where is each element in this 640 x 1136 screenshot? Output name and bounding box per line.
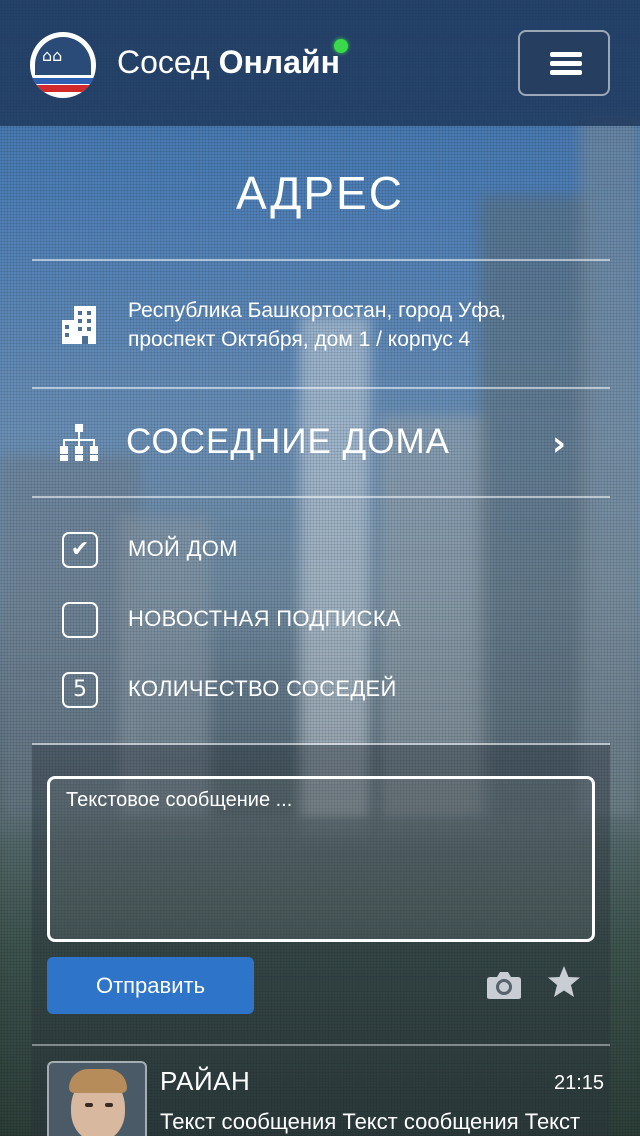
option-neighbor-count[interactable]: 5 КОЛИЧЕСТВО СОСЕДЕЙ — [62, 670, 602, 710]
address-text: Республика Башкортостан, город Уфа, прос… — [128, 296, 598, 354]
hierarchy-icon — [60, 424, 98, 461]
option-label: КОЛИЧЕСТВО СОСЕДЕЙ — [128, 676, 397, 701]
message-author: РАЙАН — [160, 1066, 251, 1096]
top-bar: ⌂⌂ Сосед Онлайн — [0, 0, 640, 126]
neighbor-houses-label: СОСЕДНИЕ ДОМА — [126, 422, 450, 461]
checkbox-unchecked[interactable] — [62, 602, 98, 638]
chevron-right-icon: › — [552, 424, 567, 464]
message-input[interactable]: Текстовое сообщение ... — [47, 776, 595, 942]
option-my-house[interactable]: ✔ МОЙ ДОМ — [62, 530, 602, 570]
avatar[interactable] — [47, 1061, 147, 1136]
brand-title: Сосед Онлайн — [117, 44, 340, 80]
hamburger-icon — [550, 52, 582, 57]
checkbox-checked[interactable]: ✔ — [62, 532, 98, 568]
option-label: НОВОСТНАЯ ПОДПИСКА — [128, 606, 401, 631]
message-time: 21:15 — [554, 1072, 605, 1094]
option-news-subscription[interactable]: НОВОСТНАЯ ПОДПИСКА — [62, 600, 602, 640]
building-icon — [62, 306, 96, 344]
camera-icon[interactable] — [486, 970, 522, 1000]
divider — [32, 259, 610, 261]
option-label: МОЙ ДОМ — [128, 536, 238, 561]
message-text: Текст сообщения Текст сообщения Текст со… — [160, 1109, 581, 1134]
divider — [32, 496, 610, 498]
divider — [32, 1044, 610, 1046]
address-line-2: проспект Октября, дом 1 / корпус 4 — [128, 328, 471, 351]
online-status-indicator — [334, 39, 348, 53]
star-icon[interactable] — [546, 964, 582, 1000]
page-title: АДРЕС — [236, 167, 404, 219]
send-button[interactable]: Отправить — [47, 957, 254, 1014]
neighbor-houses-link[interactable]: СОСЕДНИЕ ДОМА › — [32, 400, 610, 490]
houses-icon: ⌂⌂ — [42, 46, 63, 65]
divider — [32, 387, 610, 389]
menu-button[interactable] — [518, 30, 610, 96]
count-badge: 5 — [62, 672, 98, 708]
logo[interactable]: ⌂⌂ — [30, 32, 96, 98]
address-line-1: Республика Башкортостан, город Уфа, — [128, 299, 507, 322]
